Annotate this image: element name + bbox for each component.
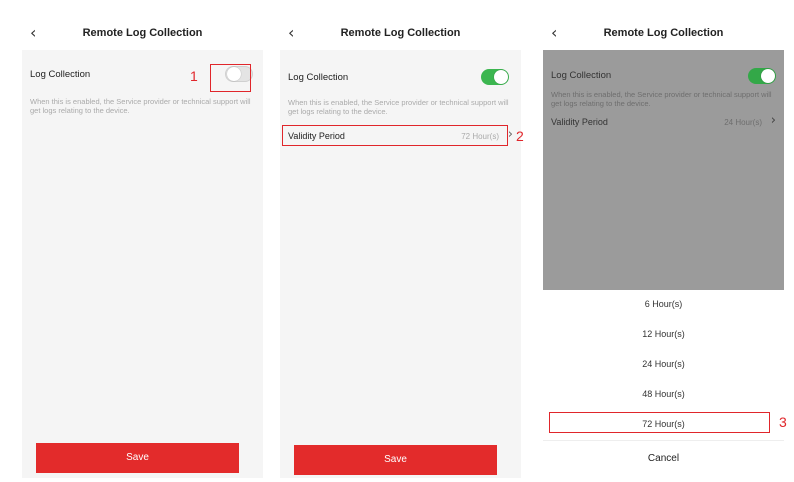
screen-validity-picker: ‹ Remote Log Collection Log Collection W… bbox=[543, 18, 784, 478]
page-title: Remote Log Collection bbox=[340, 27, 461, 39]
validity-period-row[interactable]: Validity Period 24 Hour(s) › bbox=[543, 112, 784, 132]
validity-period-value: 24 Hour(s) bbox=[724, 118, 762, 127]
step-number-2: 2 bbox=[516, 128, 524, 144]
validity-picker-sheet: 6 Hour(s) 12 Hour(s) 24 Hour(s) 48 Hour(… bbox=[543, 290, 784, 478]
dimmed-overlay[interactable]: ‹ Remote Log Collection Log Collection W… bbox=[543, 18, 784, 290]
chevron-right-icon: › bbox=[507, 127, 513, 142]
option-12-hours[interactable]: 12 Hour(s) bbox=[543, 329, 784, 339]
log-collection-label: Log Collection bbox=[30, 69, 91, 80]
nav-bar: ‹ Remote Log Collection bbox=[280, 18, 521, 50]
nav-bar: ‹ Remote Log Collection bbox=[22, 18, 263, 50]
log-collection-toggle[interactable] bbox=[748, 68, 776, 84]
chevron-right-icon: › bbox=[770, 113, 776, 128]
log-collection-description: When this is enabled, the Service provid… bbox=[551, 90, 772, 108]
save-button[interactable]: Save bbox=[294, 445, 497, 475]
log-collection-label: Log Collection bbox=[288, 72, 349, 83]
highlight-box-72-hours bbox=[549, 412, 770, 433]
option-6-hours[interactable]: 6 Hour(s) bbox=[543, 299, 784, 309]
log-collection-description: When this is enabled, the Service provid… bbox=[288, 98, 509, 116]
save-button[interactable]: Save bbox=[36, 443, 239, 473]
log-collection-description: When this is enabled, the Service provid… bbox=[30, 97, 251, 115]
option-48-hours[interactable]: 48 Hour(s) bbox=[543, 389, 784, 399]
toggle-knob bbox=[761, 69, 775, 83]
log-collection-toggle[interactable] bbox=[481, 69, 509, 85]
page-title: Remote Log Collection bbox=[82, 27, 203, 39]
screen-log-collection-on: ‹ Remote Log Collection Log Collection W… bbox=[280, 18, 521, 478]
validity-period-label: Validity Period bbox=[551, 117, 608, 127]
step-number-1: 1 bbox=[190, 68, 198, 84]
log-collection-label: Log Collection bbox=[551, 70, 612, 81]
log-collection-row: Log Collection bbox=[280, 58, 521, 85]
highlight-box-validity bbox=[282, 125, 508, 146]
nav-bar: ‹ Remote Log Collection bbox=[543, 18, 784, 50]
step-number-3: 3 bbox=[779, 414, 787, 430]
option-24-hours[interactable]: 24 Hour(s) bbox=[543, 359, 784, 369]
cancel-button[interactable]: Cancel bbox=[543, 453, 784, 464]
highlight-box-toggle bbox=[210, 64, 251, 92]
divider bbox=[543, 440, 784, 441]
page-title: Remote Log Collection bbox=[603, 27, 724, 39]
dimmed-content: Log Collection When this is enabled, the… bbox=[543, 50, 784, 290]
toggle-knob bbox=[494, 70, 508, 84]
